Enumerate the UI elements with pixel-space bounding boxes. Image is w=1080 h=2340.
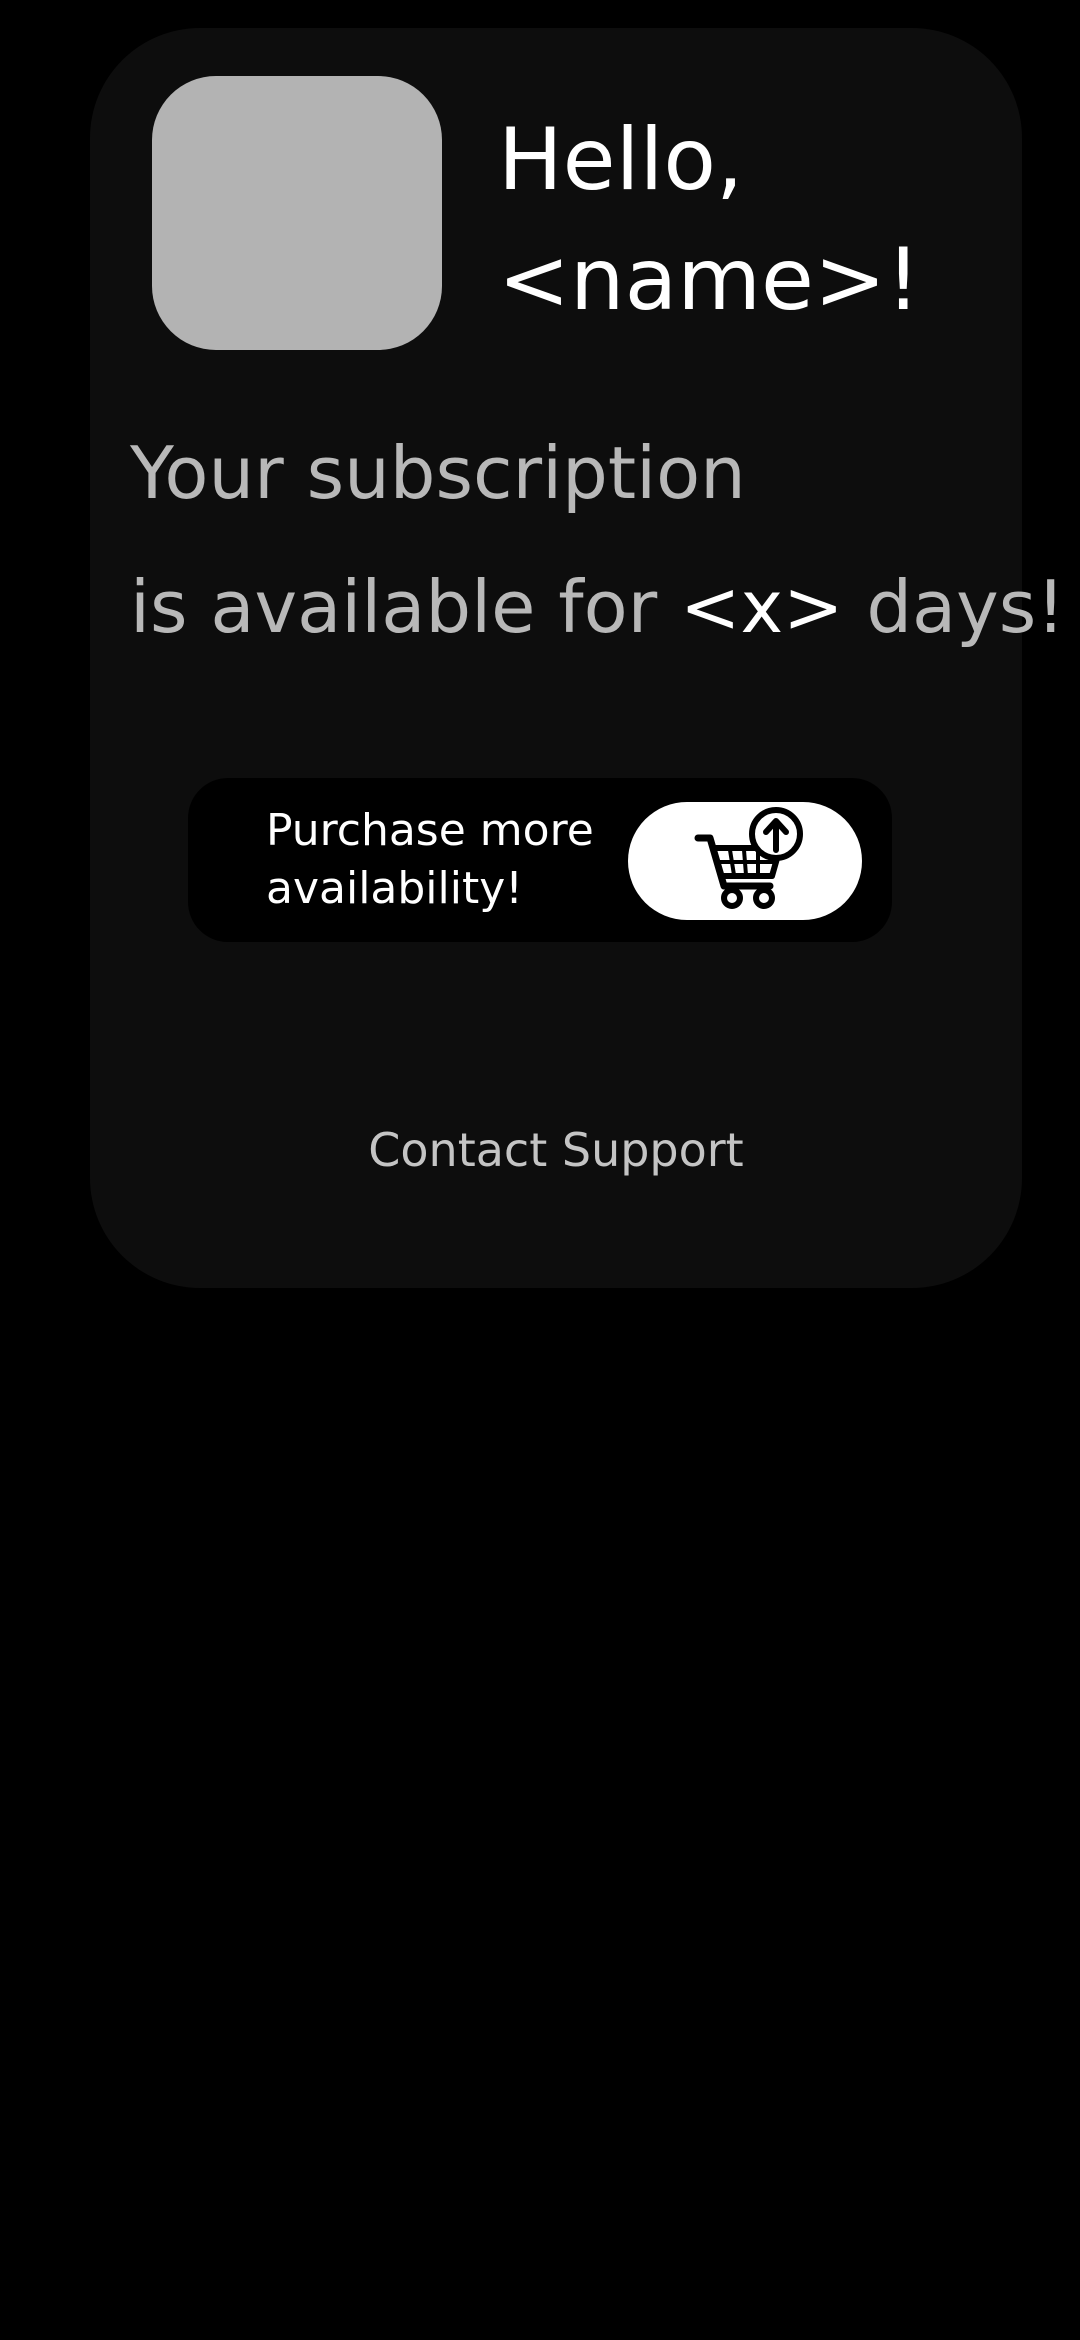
greeting-line-1: Hello, xyxy=(498,110,744,210)
cart-upgrade-icon xyxy=(694,807,803,909)
purchase-label-line-1: Purchase more xyxy=(266,805,594,856)
greeting-line-2: <name>! xyxy=(498,230,921,330)
subscription-status: Your subscription is available for <x> d… xyxy=(130,406,1065,674)
purchase-banner: Purchase more availability! xyxy=(188,778,892,942)
purchase-label: Purchase more availability! xyxy=(266,802,606,918)
greeting-heading: Hello, <name>! xyxy=(498,100,998,340)
subscription-line-1: Your subscription xyxy=(130,431,746,515)
subscription-line-2: is available for <x> days! xyxy=(130,540,1065,674)
purchase-label-line-2: availability! xyxy=(266,863,523,914)
subscription-prefix: is available for xyxy=(130,565,681,649)
contact-support-link[interactable]: Contact Support xyxy=(90,1118,1022,1182)
days-remaining: <x> xyxy=(680,565,844,649)
avatar[interactable] xyxy=(152,76,442,350)
subscription-card: Hello, <name>! Your subscription is avai… xyxy=(90,28,1065,1288)
subscription-suffix: days! xyxy=(843,565,1066,649)
purchase-button[interactable] xyxy=(628,802,862,920)
